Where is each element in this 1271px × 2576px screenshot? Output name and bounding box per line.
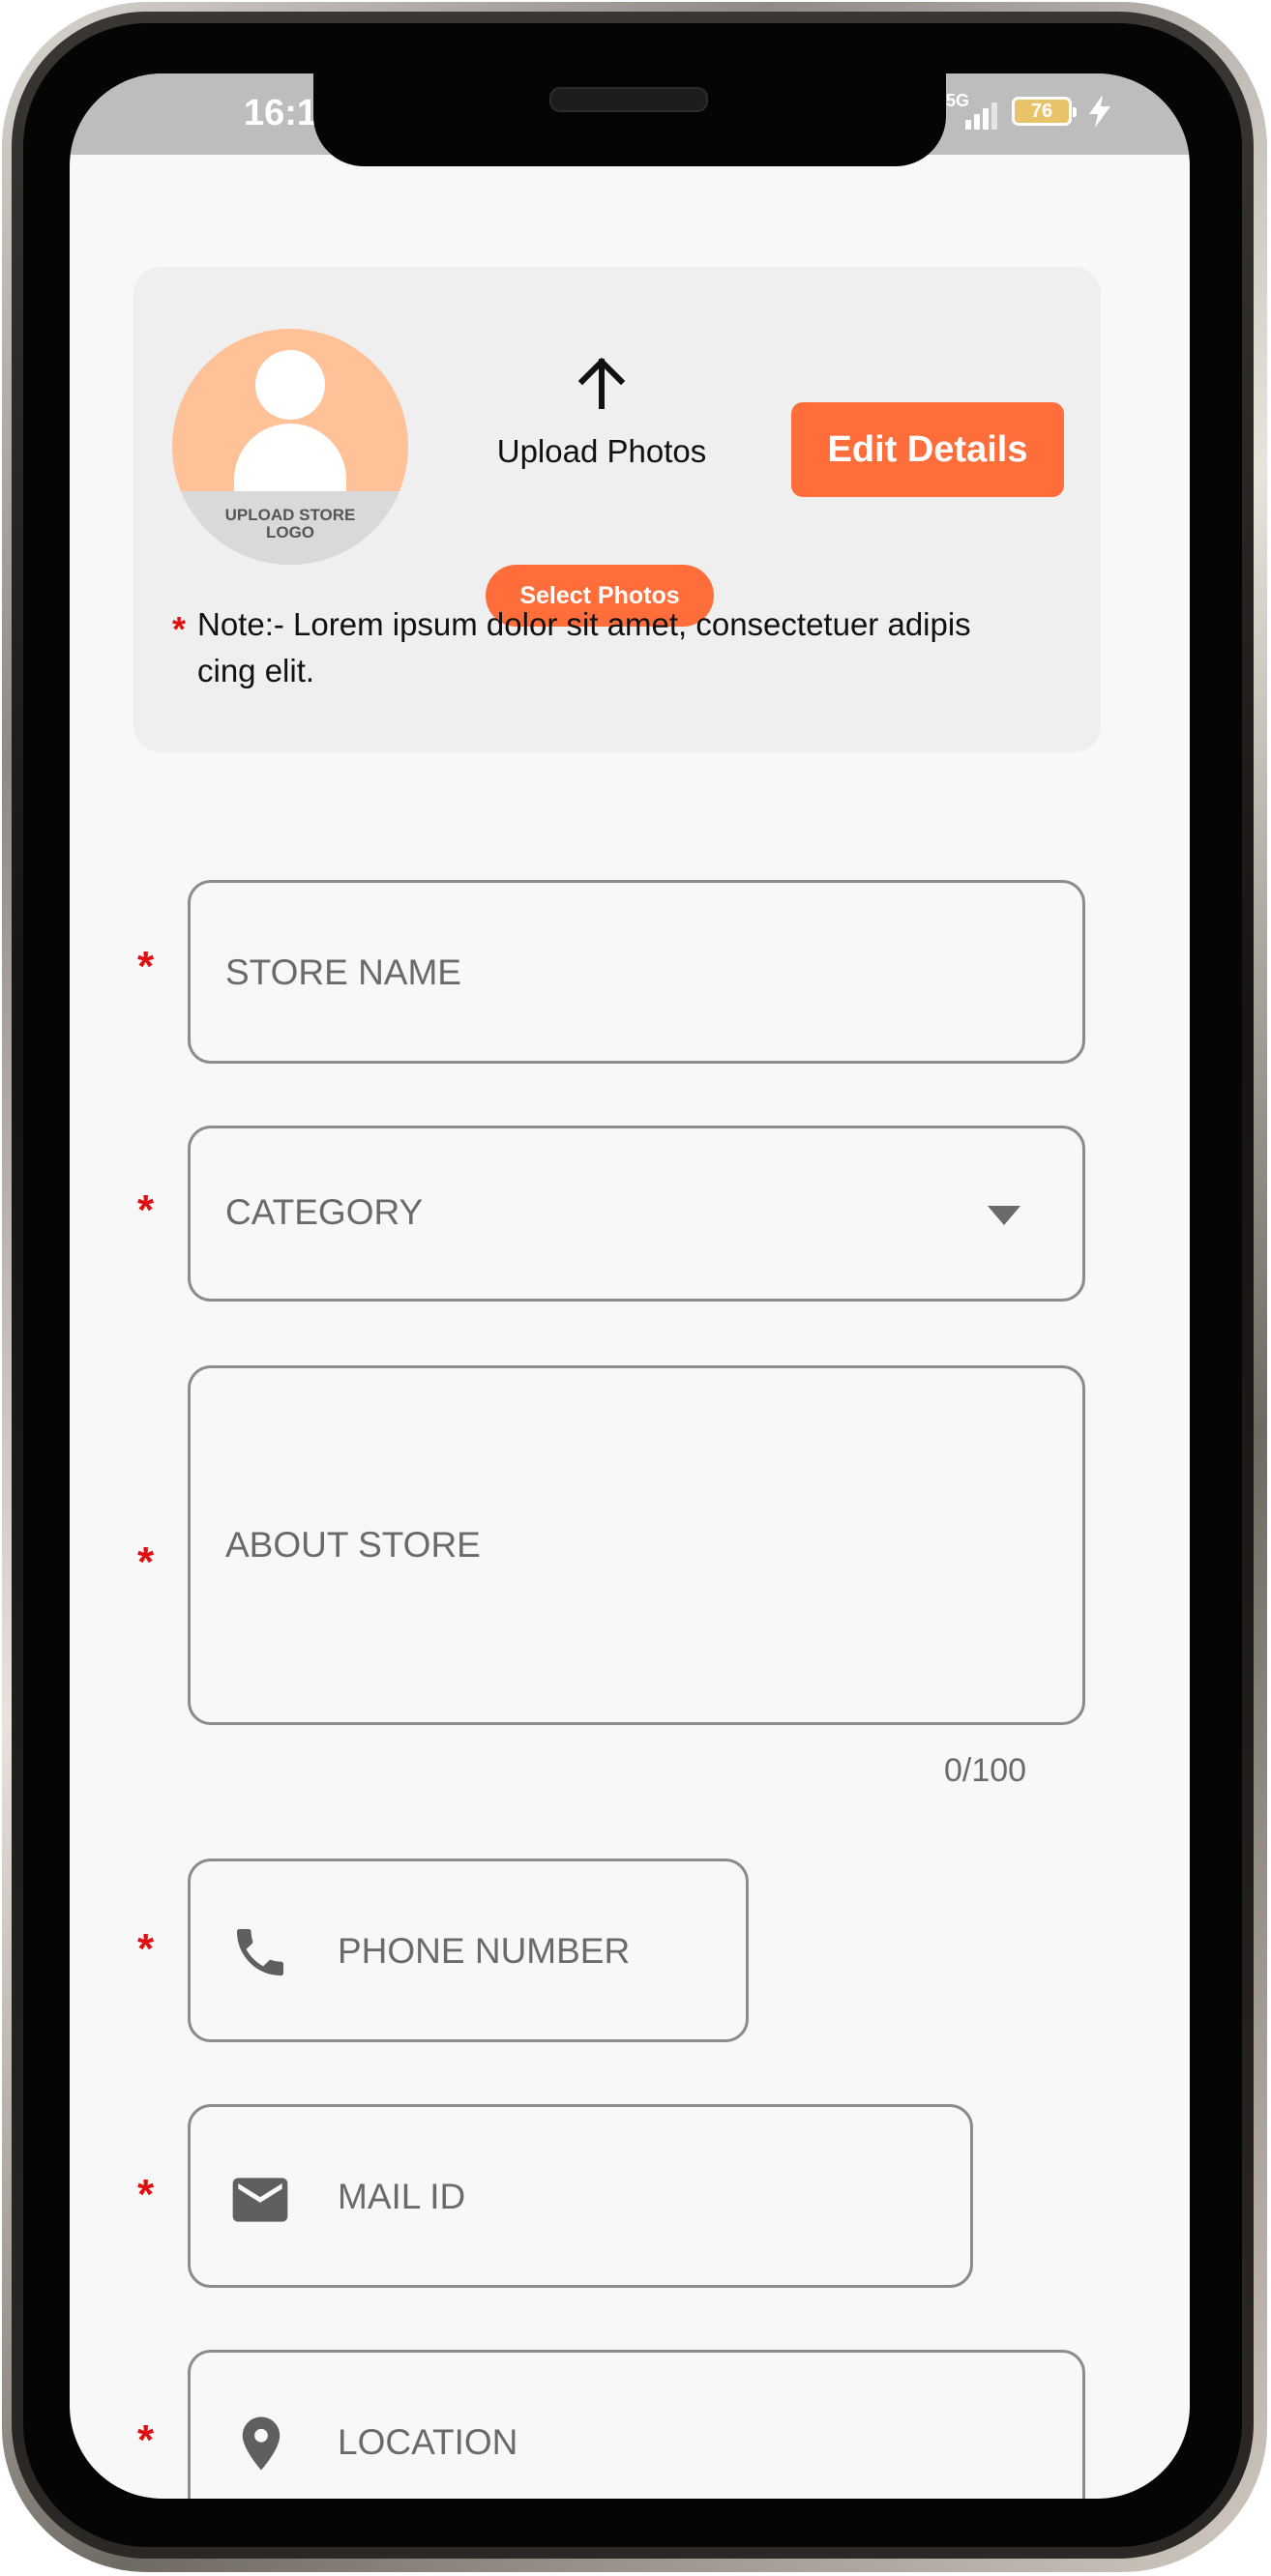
phone-icon xyxy=(237,1929,283,1976)
store-name-field[interactable]: STORE NAME xyxy=(188,880,1085,1064)
signal-icon xyxy=(965,101,1004,130)
about-store-required-mark: * xyxy=(137,1538,155,1586)
upload-card: UPLOAD STORE LOGO Upload Photos Select P… xyxy=(133,267,1101,752)
notch xyxy=(313,73,946,166)
mail-id-field[interactable]: MAIL ID xyxy=(188,2104,973,2288)
note-text: Note:- Lorem ipsum dolor sit amet, conse… xyxy=(197,606,971,688)
mail-id-placeholder: MAIL ID xyxy=(338,2177,466,2216)
about-store-char-counter: 0/100 xyxy=(944,1752,1027,1789)
store-name-placeholder: STORE NAME xyxy=(225,952,461,992)
arrow-up-icon xyxy=(577,357,626,409)
edit-details-button[interactable]: Edit Details xyxy=(791,402,1064,497)
phone-number-placeholder: PHONE NUMBER xyxy=(338,1931,631,1971)
app-screen: 16:1 5G 76 UPLOAD STORE LOGO Upload Phot… xyxy=(70,73,1190,2499)
store-logo-upload[interactable]: UPLOAD STORE LOGO xyxy=(172,329,408,565)
battery-icon: 76 xyxy=(1012,97,1077,126)
mail-required-mark: * xyxy=(137,2171,155,2218)
status-time: 16:1 xyxy=(244,93,318,133)
about-store-textarea[interactable]: ABOUT STORE xyxy=(188,1365,1085,1725)
about-store-placeholder: ABOUT STORE xyxy=(225,1525,481,1565)
upload-photos-title: Upload Photos xyxy=(496,433,707,469)
caret-down-icon xyxy=(988,1206,1020,1225)
phone-required-mark: * xyxy=(137,1925,155,1973)
envelope-icon xyxy=(232,2178,288,2222)
store-name-required-mark: * xyxy=(137,943,155,990)
category-select[interactable]: CATEGORY xyxy=(188,1126,1085,1302)
charging-bolt-icon xyxy=(1089,95,1110,128)
upload-store-logo-label: UPLOAD STORE LOGO xyxy=(224,506,356,542)
location-required-mark: * xyxy=(137,2416,155,2464)
battery-level: 76 xyxy=(1030,101,1053,122)
location-placeholder: LOCATION xyxy=(338,2422,518,2462)
phone-number-field[interactable]: PHONE NUMBER xyxy=(188,1859,749,2042)
earpiece-speaker xyxy=(549,87,708,112)
person-placeholder-icon xyxy=(255,350,325,420)
map-pin-icon xyxy=(242,2416,281,2471)
location-field[interactable]: LOCATION xyxy=(188,2350,1085,2499)
category-required-mark: * xyxy=(137,1186,155,1234)
category-placeholder: CATEGORY xyxy=(225,1192,424,1232)
note-required-mark: * xyxy=(172,609,187,649)
person-placeholder-body xyxy=(234,424,346,491)
